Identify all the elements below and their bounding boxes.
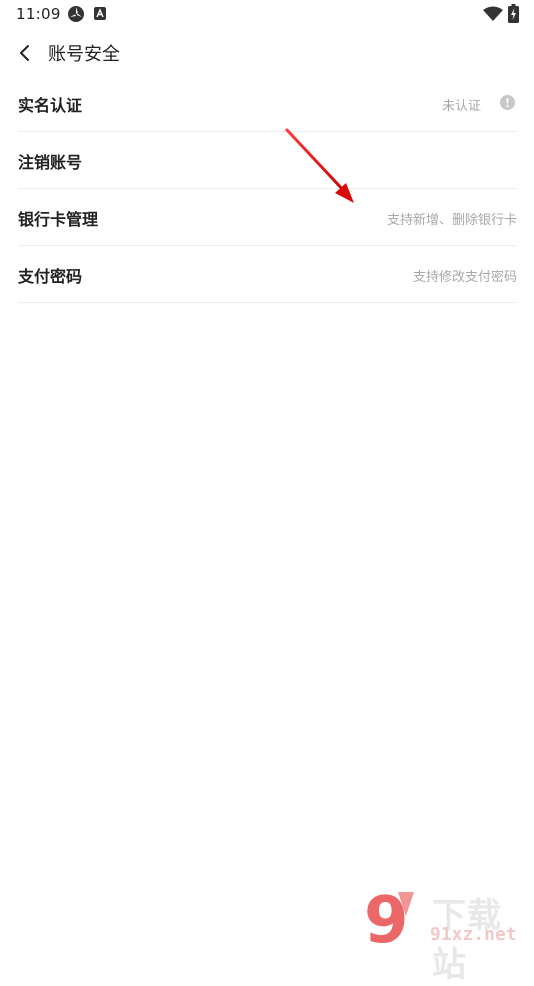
menu-item-real-name-verification[interactable]: 实名认证 未认证	[18, 75, 517, 132]
page-title: 账号安全	[48, 44, 120, 65]
menu-item-label: 支付密码	[18, 267, 83, 286]
menu-item-hint: 支持新增、删除银行卡	[386, 213, 517, 228]
menu-item-cancel-account[interactable]: 注销账号	[18, 132, 517, 189]
menu-item-label: 注销账号	[18, 153, 83, 172]
radar-icon	[68, 6, 84, 22]
wifi-icon	[483, 6, 503, 21]
menu-item-label: 实名认证	[18, 96, 83, 115]
menu-item-label: 银行卡管理	[18, 210, 99, 229]
a-notification-icon	[94, 7, 106, 20]
battery-charging-icon	[508, 4, 519, 23]
status-time: 11:09	[16, 5, 61, 23]
site-watermark: 9 下载站 91xz.net	[362, 886, 532, 985]
status-bar: 11:09	[0, 0, 534, 28]
watermark-logo: 9	[364, 886, 414, 948]
verification-status: 未认证	[441, 99, 481, 114]
menu-item-payment-password[interactable]: 支付密码 支持修改支付密码	[18, 246, 517, 303]
info-circle-icon	[500, 95, 515, 110]
nav-bar: 账号安全	[0, 30, 534, 74]
watermark-en-text: 91xz.net	[430, 924, 517, 945]
menu-item-bank-card-management[interactable]: 银行卡管理 支持新增、删除银行卡	[18, 189, 517, 246]
chevron-left-icon	[20, 45, 29, 61]
back-button[interactable]	[10, 38, 40, 68]
account-security-menu: 实名认证 未认证 注销账号 银行卡管理 支持新增、删除银行卡 支付密码 支持修改…	[18, 75, 517, 303]
red-arrow-annotation	[285, 128, 354, 203]
menu-item-hint: 支持修改支付密码	[412, 270, 517, 285]
